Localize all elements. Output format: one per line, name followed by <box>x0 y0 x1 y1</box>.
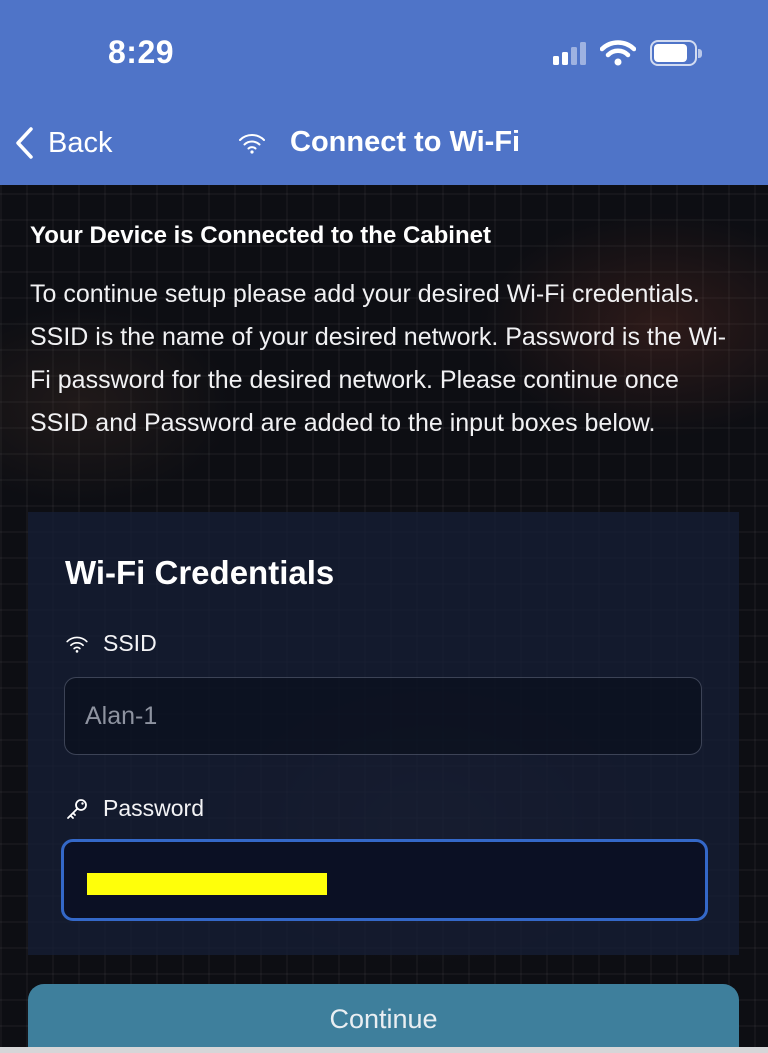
status-time: 8:29 <box>108 34 175 70</box>
page-title: Connect to Wi-Fi <box>290 126 521 158</box>
ssid-label-text: SSID <box>103 630 157 656</box>
back-button[interactable]: Back <box>14 126 112 160</box>
ssid-label: SSID <box>65 630 157 657</box>
ssid-input[interactable] <box>64 677 702 755</box>
bottom-edge <box>0 1047 768 1053</box>
password-label: Password <box>65 795 204 822</box>
back-label: Back <box>48 126 113 159</box>
battery-icon <box>650 40 702 66</box>
credentials-title: Wi-Fi Credentials <box>65 554 335 591</box>
top-header: 8:29 Back Connect to Wi-Fi <box>0 0 768 185</box>
wifi-icon <box>239 133 265 154</box>
key-icon <box>67 798 87 819</box>
nav-title-group: Connect to Wi-Fi <box>238 126 520 159</box>
intro-description: To continue setup please add your desire… <box>30 280 727 437</box>
redaction-mark <box>87 873 327 895</box>
status-icons <box>553 40 702 66</box>
continue-button[interactable]: Continue <box>28 984 739 1053</box>
cellular-signal-icon <box>553 41 586 65</box>
chevron-left-icon <box>16 127 33 159</box>
password-label-text: Password <box>103 795 204 821</box>
wifi-icon <box>66 636 88 653</box>
wifi-icon <box>600 40 636 66</box>
continue-label: Continue <box>329 1004 438 1034</box>
intro-title: Your Device is Connected to the Cabinet <box>30 222 491 249</box>
